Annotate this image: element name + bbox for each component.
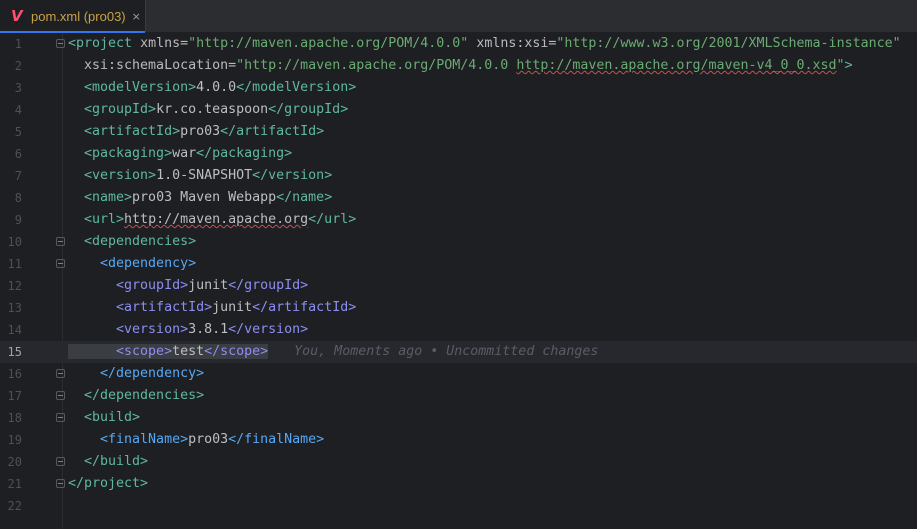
code-line[interactable]: 3 <modelVersion>4.0.0</modelVersion> bbox=[0, 77, 917, 99]
line-number[interactable]: 13 bbox=[0, 297, 22, 319]
line-number[interactable]: 6 bbox=[0, 143, 22, 165]
code-line[interactable]: 13 <artifactId>junit</artifactId> bbox=[0, 297, 917, 319]
code-text: xsi:schemaLocation="http://maven.apache.… bbox=[68, 58, 853, 73]
code-text: <finalName>pro03</finalName> bbox=[68, 432, 325, 447]
line-number[interactable]: 20 bbox=[0, 451, 22, 473]
code-text: <dependencies> bbox=[68, 234, 197, 249]
code-text: <groupId>junit</groupId> bbox=[68, 278, 309, 293]
fold-icon[interactable] bbox=[56, 479, 65, 488]
code-text: <modelVersion>4.0.0</modelVersion> bbox=[68, 80, 357, 95]
code-line[interactable]: 5 <artifactId>pro03</artifactId> bbox=[0, 121, 917, 143]
line-number[interactable]: 5 bbox=[0, 121, 22, 143]
code-line[interactable]: 15✱ <scope>test</scope>You, Moments ago … bbox=[0, 341, 917, 363]
line-number[interactable]: 9 bbox=[0, 209, 22, 231]
code-line[interactable]: 11 <dependency> bbox=[0, 253, 917, 275]
code-line[interactable]: 6 <packaging>war</packaging> bbox=[0, 143, 917, 165]
code-line[interactable]: 22 bbox=[0, 495, 917, 517]
line-number[interactable]: 12 bbox=[0, 275, 22, 297]
fold-icon[interactable] bbox=[56, 39, 65, 48]
git-blame-annotation: You, Moments ago • Uncommitted changes bbox=[294, 344, 599, 359]
line-number[interactable]: 11 bbox=[0, 253, 22, 275]
fold-icon[interactable] bbox=[56, 259, 65, 268]
code-line[interactable]: 18 <build> bbox=[0, 407, 917, 429]
line-number[interactable]: 3 bbox=[0, 77, 22, 99]
code-line[interactable]: 19 <finalName>pro03</finalName> bbox=[0, 429, 917, 451]
code-line[interactable]: 16 </dependency> bbox=[0, 363, 917, 385]
code-text: </dependency> bbox=[68, 366, 205, 381]
line-number[interactable]: 7 bbox=[0, 165, 22, 187]
line-number[interactable]: 1 bbox=[0, 33, 22, 55]
fold-icon[interactable] bbox=[56, 391, 65, 400]
code-line[interactable]: 9 <url>http://maven.apache.org</url> bbox=[0, 209, 917, 231]
code-text: <build> bbox=[68, 410, 141, 425]
line-number[interactable]: 14 bbox=[0, 319, 22, 341]
line-number[interactable]: 15 bbox=[0, 341, 22, 363]
line-number[interactable]: 2 bbox=[0, 55, 22, 77]
code-line[interactable]: 1 <project xmlns="http://maven.apache.org… bbox=[0, 33, 917, 55]
code-text: </build> bbox=[68, 454, 149, 469]
code-text: <scope>test</scope> You, Moments ago • Un… bbox=[68, 344, 599, 359]
line-number[interactable]: 21 bbox=[0, 473, 22, 495]
code-text: <version>1.0-SNAPSHOT</version> bbox=[68, 168, 333, 183]
tab-label: pom.xml (pro03) bbox=[31, 8, 126, 24]
code-text: <artifactId>pro03</artifactId> bbox=[68, 124, 325, 139]
maven-icon: V bbox=[11, 7, 23, 25]
line-number[interactable]: 19 bbox=[0, 429, 22, 451]
code-editor[interactable]: 1 <project xmlns="http://maven.apache.org… bbox=[0, 33, 917, 529]
close-icon[interactable]: × bbox=[132, 10, 141, 23]
tab-pom-xml[interactable]: V pom.xml (pro03) × bbox=[0, 0, 146, 33]
code-text: <version>3.8.1</version> bbox=[68, 322, 309, 337]
line-number[interactable]: 4 bbox=[0, 99, 22, 121]
code-line[interactable]: 14 <version>3.8.1</version> bbox=[0, 319, 917, 341]
line-number[interactable]: 17 bbox=[0, 385, 22, 407]
fold-icon[interactable] bbox=[56, 413, 65, 422]
line-number[interactable]: 16 bbox=[0, 363, 22, 385]
code-text: <packaging>war</packaging> bbox=[68, 146, 293, 161]
code-text: <artifactId>junit</artifactId> bbox=[68, 300, 357, 315]
code-line[interactable]: 10 <dependencies> bbox=[0, 231, 917, 253]
code-text: <url>http://maven.apache.org</url> bbox=[68, 212, 357, 227]
editor-tab-bar: V pom.xml (pro03) × bbox=[0, 0, 917, 33]
code-text: <dependency> bbox=[68, 256, 197, 271]
code-line[interactable]: 7 <version>1.0-SNAPSHOT</version> bbox=[0, 165, 917, 187]
fold-icon[interactable] bbox=[56, 237, 65, 246]
code-text: <name>pro03 Maven Webapp</name> bbox=[68, 190, 333, 205]
line-number[interactable]: 10 bbox=[0, 231, 22, 253]
code-line[interactable]: 2 xsi:schemaLocation="http://maven.apach… bbox=[0, 55, 917, 77]
line-number[interactable]: 18 bbox=[0, 407, 22, 429]
code-text: </dependencies> bbox=[68, 388, 205, 403]
code-line[interactable]: 17 </dependencies> bbox=[0, 385, 917, 407]
fold-icon[interactable] bbox=[56, 457, 65, 466]
line-number[interactable]: 22 bbox=[0, 495, 22, 517]
code-text: <project xmlns="http://maven.apache.org/… bbox=[68, 36, 901, 51]
code-text: <groupId>kr.co.teaspoon</groupId> bbox=[68, 102, 349, 117]
code-text: </project> bbox=[68, 476, 149, 491]
code-line[interactable]: 8 <name>pro03 Maven Webapp</name> bbox=[0, 187, 917, 209]
code-line[interactable]: 12 <groupId>junit</groupId> bbox=[0, 275, 917, 297]
code-line[interactable]: 20 </build> bbox=[0, 451, 917, 473]
line-number[interactable]: 8 bbox=[0, 187, 22, 209]
fold-icon[interactable] bbox=[56, 369, 65, 378]
code-line[interactable]: 4 <groupId>kr.co.teaspoon</groupId> bbox=[0, 99, 917, 121]
code-line[interactable]: 21 </project> bbox=[0, 473, 917, 495]
